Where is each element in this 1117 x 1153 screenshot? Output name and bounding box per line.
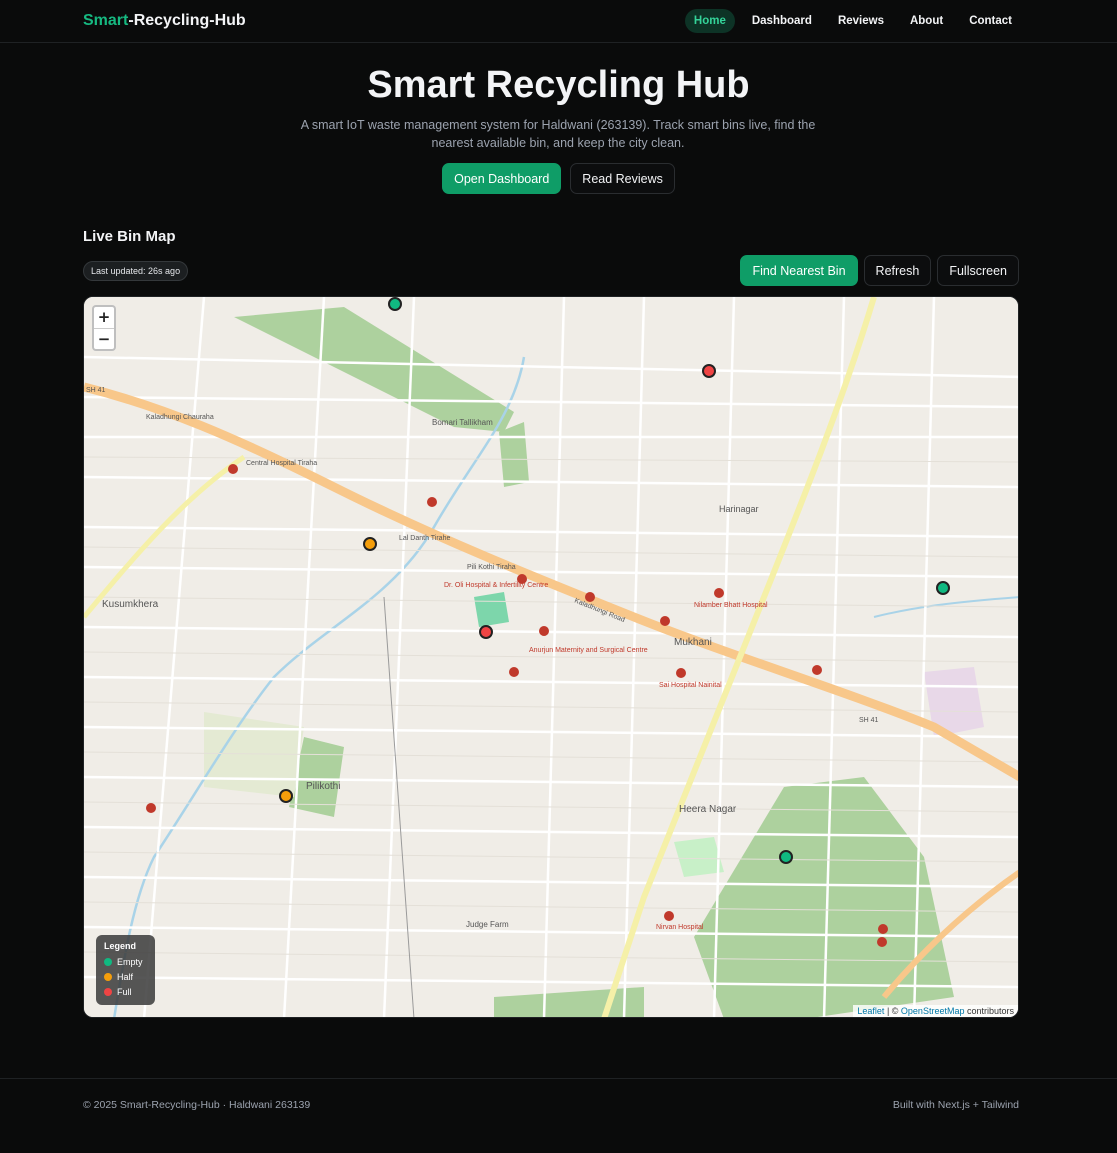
legend-dot-empty (104, 957, 112, 966)
svg-text:Pili Kothi Tiraha: Pili Kothi Tiraha (467, 564, 516, 571)
bin-marker[interactable] (279, 789, 293, 803)
map-actions: Find Nearest Bin Refresh Fullscreen (740, 255, 1019, 286)
bin-marker[interactable] (479, 625, 493, 639)
legend-title: Legend (104, 941, 137, 951)
footer-copyright: © 2025 Smart-Recycling-Hub · Haldwani 26… (83, 1099, 311, 1111)
svg-text:Central Hospital Tiraha: Central Hospital Tiraha (246, 460, 317, 467)
svg-text:Heera Nagar: Heera Nagar (679, 804, 737, 815)
map-tiles: Kusumkhera Mukhani Heera Nagar Pilikothi… (84, 297, 1018, 1017)
svg-text:SH 41: SH 41 (859, 717, 879, 724)
legend-item-half: Half (104, 969, 147, 984)
attribution-separator: | © (884, 1006, 901, 1016)
svg-text:Dr. Oli Hospital & Infertility: Dr. Oli Hospital & Infertility Centre (444, 582, 548, 589)
attribution-tail: contributors (964, 1006, 1014, 1016)
leaflet-link[interactable]: Leaflet (857, 1006, 884, 1016)
zoom-in-button[interactable]: + (94, 307, 114, 328)
nav-links: Home Dashboard Reviews About Contact (684, 9, 1021, 33)
fullscreen-button[interactable]: Fullscreen (937, 255, 1019, 286)
last-updated-badge: Last updated: 26s ago (83, 261, 189, 281)
section-title-live-map: Live Bin Map (83, 228, 176, 245)
svg-text:SH 41: SH 41 (86, 387, 106, 394)
open-dashboard-button[interactable]: Open Dashboard (442, 163, 562, 194)
nav-link-home[interactable]: Home (684, 9, 735, 33)
refresh-button[interactable]: Refresh (863, 255, 932, 286)
zoom-control: + − (92, 305, 116, 351)
svg-text:Lal Danth Tirahe: Lal Danth Tirahe (399, 535, 450, 542)
bin-marker[interactable] (779, 850, 793, 864)
legend-item-empty: Empty (104, 954, 147, 969)
hero-buttons: Open Dashboard Read Reviews (0, 163, 1117, 194)
legend-label-empty: Empty (117, 956, 143, 967)
legend-label-full: Full (117, 986, 132, 997)
map-attribution: Leaflet | © OpenStreetMap contributors (853, 1005, 1018, 1017)
legend-label-half: Half (117, 971, 134, 982)
bin-marker[interactable] (388, 297, 402, 311)
svg-text:Judge Farm: Judge Farm (466, 920, 509, 929)
read-reviews-button[interactable]: Read Reviews (570, 163, 675, 194)
find-nearest-bin-button[interactable]: Find Nearest Bin (740, 255, 858, 286)
svg-text:Nilamber Bhatt Hospital: Nilamber Bhatt Hospital (694, 602, 768, 609)
nav-link-contact[interactable]: Contact (960, 9, 1021, 33)
hero-subtitle: A smart IoT waste management system for … (300, 118, 816, 150)
nav-link-dashboard[interactable]: Dashboard (743, 9, 821, 33)
brand-accent: Smart (83, 12, 129, 29)
bin-map[interactable]: Kusumkhera Mukhani Heera Nagar Pilikothi… (83, 296, 1019, 1018)
brand-logo[interactable]: Smart-Recycling-Hub (83, 12, 246, 30)
legend-dot-half (104, 972, 112, 981)
svg-text:Kusumkhera: Kusumkhera (102, 599, 159, 610)
footer-built-with: Built with Next.js + Tailwind (892, 1099, 1019, 1111)
legend-dot-full (104, 987, 112, 996)
svg-text:Nirvan Hospital: Nirvan Hospital (656, 924, 704, 931)
svg-text:Sai Hospital Nainital: Sai Hospital Nainital (659, 682, 722, 689)
svg-text:Harinagar: Harinagar (719, 504, 759, 514)
top-navbar: Smart-Recycling-Hub Home Dashboard Revie… (0, 0, 1117, 43)
svg-text:Pilikothi: Pilikothi (306, 781, 340, 792)
svg-text:Kaladhungi Chauraha: Kaladhungi Chauraha (146, 414, 214, 421)
brand-rest: -Recycling-Hub (128, 12, 246, 29)
svg-text:Anurjun Maternity and Surgical: Anurjun Maternity and Surgical Centre (529, 647, 648, 654)
nav-link-about[interactable]: About (901, 9, 952, 33)
bin-marker[interactable] (936, 581, 950, 595)
footer: © 2025 Smart-Recycling-Hub · Haldwani 26… (0, 1078, 1117, 1153)
bin-marker[interactable] (363, 537, 377, 551)
osm-link[interactable]: OpenStreetMap (901, 1006, 965, 1016)
zoom-out-button[interactable]: − (94, 328, 114, 349)
svg-text:Bomari Tallikham: Bomari Tallikham (432, 418, 493, 427)
nav-link-reviews[interactable]: Reviews (829, 9, 893, 33)
hero-title: Smart Recycling Hub (367, 64, 750, 106)
legend-item-full: Full (104, 984, 147, 999)
map-legend: Legend Empty Half Full (96, 935, 155, 1005)
svg-text:Mukhani: Mukhani (674, 637, 712, 648)
bin-marker[interactable] (702, 364, 716, 378)
